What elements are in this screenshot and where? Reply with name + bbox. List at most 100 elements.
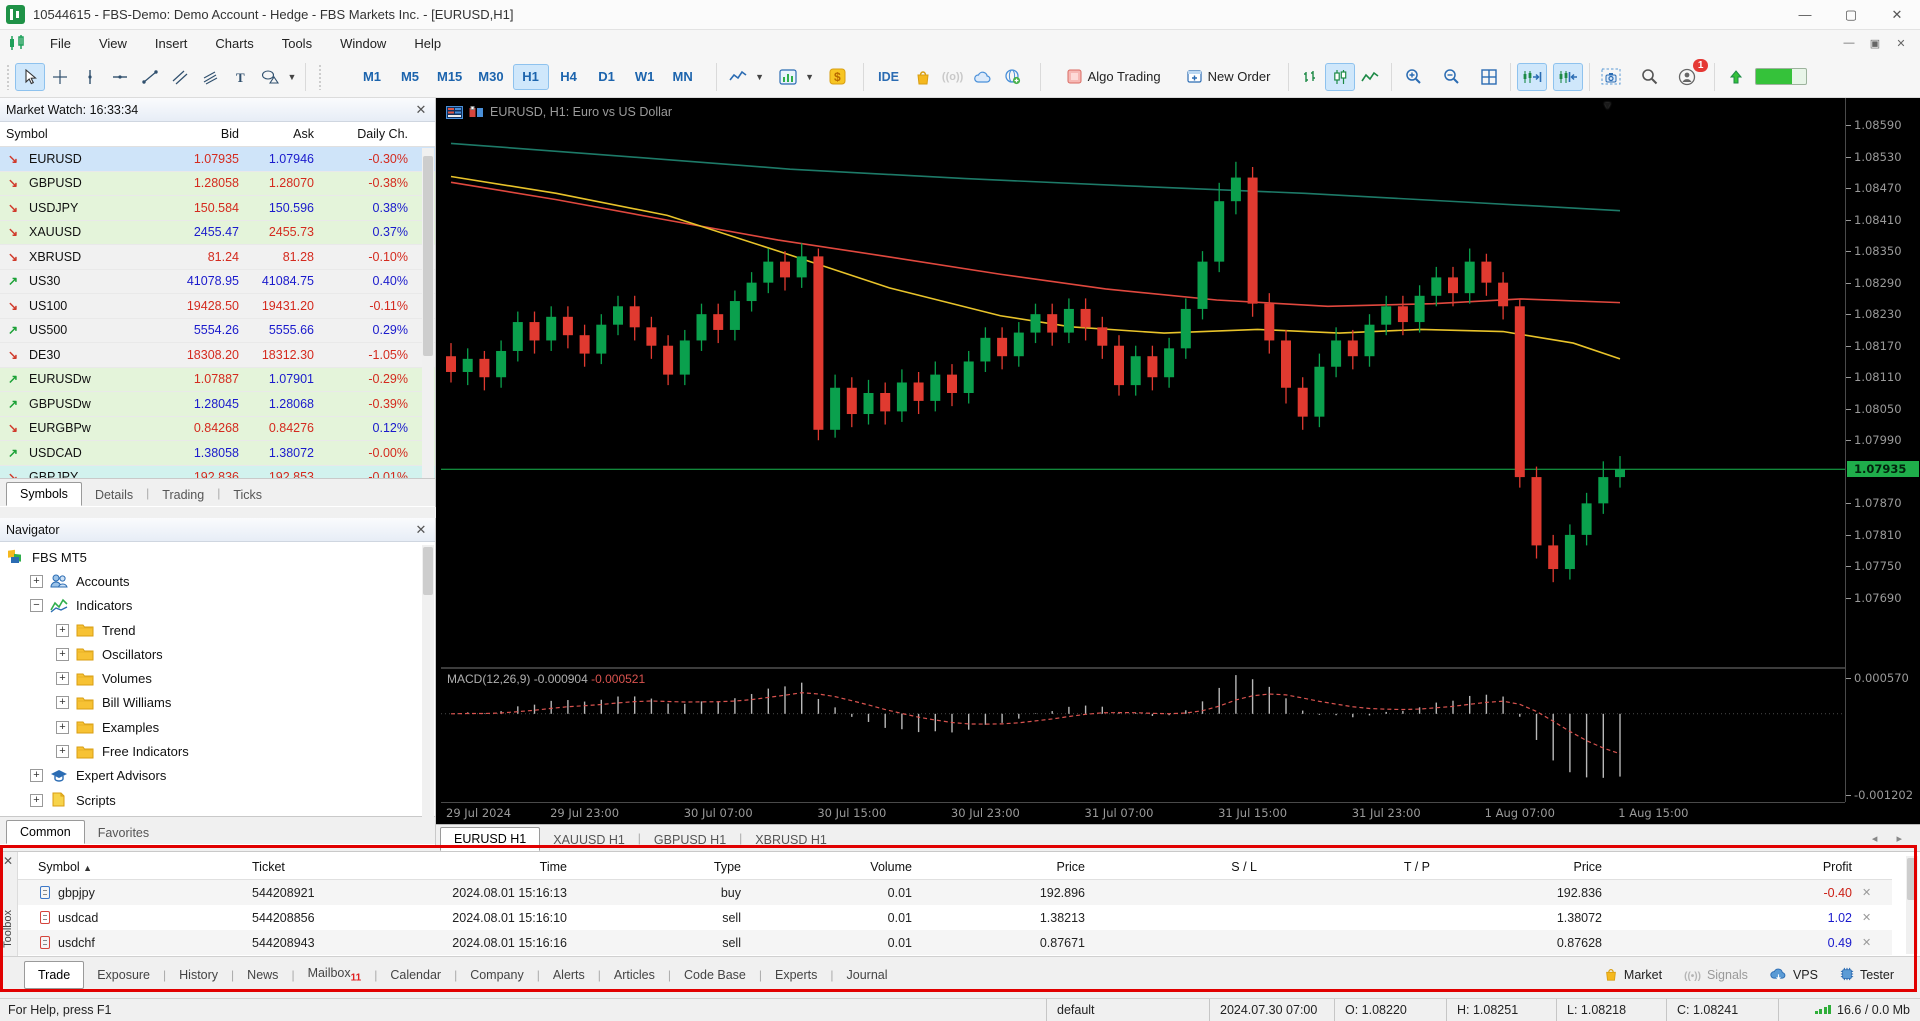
toolbox-tab-journal[interactable]: Journal: [834, 962, 901, 988]
mdi-restore-button[interactable]: ▣: [1862, 33, 1888, 53]
toolbox-tab-code-base[interactable]: Code Base: [671, 962, 759, 988]
tab-symbols[interactable]: Symbols: [6, 482, 82, 506]
close-position-icon[interactable]: ✕: [1862, 911, 1892, 924]
toolbox-tab-articles[interactable]: Articles: [601, 962, 668, 988]
toolbox-column-symbol[interactable]: Symbol ▲: [18, 860, 240, 874]
market-watch-row[interactable]: ↘ USDJPY 150.584 150.596 0.38%: [0, 196, 435, 221]
channel-tool-icon[interactable]: [165, 63, 195, 91]
tile-windows-icon[interactable]: [1474, 63, 1504, 91]
navigator-item-expert-advisors[interactable]: + Expert Advisors: [0, 764, 435, 788]
menu-insert[interactable]: Insert: [141, 33, 202, 54]
crosshair-tool-icon[interactable]: [45, 63, 75, 91]
search-icon[interactable]: [1634, 63, 1664, 91]
chart-tab-scroll-arrows[interactable]: ◂ ▸: [1872, 832, 1910, 845]
one-click-trading-icon[interactable]: [469, 105, 484, 119]
cursor-tool-icon[interactable]: [15, 62, 45, 91]
toolbox-scrollbar[interactable]: [1906, 856, 1918, 954]
expand-plus-icon[interactable]: +: [56, 647, 69, 661]
toolbox-tab-news[interactable]: News: [234, 962, 291, 988]
zoom-out-icon[interactable]: [1436, 63, 1466, 91]
horizontal-line-tool-icon[interactable]: [105, 63, 135, 91]
market-watch-row[interactable]: ↘ XBRUSD 81.24 81.28 -0.10%: [0, 245, 435, 270]
market-watch-row[interactable]: ↘ GBPJPY 192.836 192.853 -0.01%: [0, 465, 435, 478]
shift-end-icon[interactable]: [1517, 62, 1548, 91]
time-axis[interactable]: 29 Jul 2024 29 Jul 23:00 30 Jul 07:00 30 Ju…: [441, 802, 1845, 821]
column-header-dailych[interactable]: Daily Ch.: [320, 127, 414, 141]
expand-plus-icon[interactable]: +: [56, 696, 69, 710]
chart-tab-xauusd-h1[interactable]: XAUUSD H1: [540, 829, 638, 851]
menu-charts[interactable]: Charts: [201, 33, 267, 54]
toolbox-tab-history[interactable]: History: [166, 962, 231, 988]
timeframe-m30[interactable]: M30: [471, 64, 510, 90]
market-watch-column-headers[interactable]: Symbol Bid Ask Daily Ch.: [0, 122, 435, 147]
timeframe-m1[interactable]: M1: [354, 64, 390, 90]
chart-dropdown-arrow-icon[interactable]: ▼: [1602, 100, 1613, 112]
currency-icon[interactable]: $: [823, 63, 853, 91]
navigator-item-free-indicators[interactable]: + Free Indicators: [0, 739, 435, 763]
menu-file[interactable]: File: [36, 33, 85, 54]
position-row[interactable]: gbpjpy 544208921 2024.08.01 15:16:13 buy 0.0…: [18, 880, 1892, 905]
chart-tab-xbrusd-h1[interactable]: XBRUSD H1: [742, 829, 840, 851]
timeframe-w1[interactable]: W1: [627, 64, 663, 90]
market-watch-row[interactable]: ↘ US100 19428.50 19431.20 -0.11%: [0, 294, 435, 319]
market-watch-close-icon[interactable]: ✕: [413, 102, 429, 118]
market-watch-row[interactable]: ↘ EURGBPw 0.84268 0.84276 0.12%: [0, 416, 435, 441]
cloud-icon[interactable]: [968, 63, 998, 91]
market-bag-icon[interactable]: [908, 63, 938, 91]
close-position-icon[interactable]: ✕: [1862, 936, 1892, 949]
toolbox-column-sl[interactable]: S / L: [1095, 860, 1267, 874]
new-order-button[interactable]: New Order: [1177, 63, 1281, 91]
navigator-item-trend[interactable]: + Trend: [0, 618, 435, 642]
expand-plus-icon[interactable]: +: [56, 623, 69, 637]
mdi-minimize-button[interactable]: —: [1836, 33, 1862, 53]
navigator-item-accounts[interactable]: + Accounts: [0, 569, 435, 593]
line-chart-type-icon[interactable]: [1355, 63, 1385, 91]
toolbox-tab-exposure[interactable]: Exposure: [84, 962, 163, 988]
depth-of-market-icon[interactable]: [446, 105, 463, 119]
expand-plus-icon[interactable]: +: [56, 745, 69, 759]
navigator-item-bill-williams[interactable]: + Bill Williams: [0, 691, 435, 715]
timeframe-h4[interactable]: H4: [551, 64, 587, 90]
pitchfork-tool-icon[interactable]: [195, 63, 225, 91]
timeframe-m15[interactable]: M15: [430, 64, 469, 90]
market-watch-row[interactable]: ↘ XAUUSD 2455.47 2455.73 0.37%: [0, 220, 435, 245]
status-profile[interactable]: default: [1046, 998, 1209, 1021]
macd-indicator-pane[interactable]: MACD(12,26,9) -0.000904 -0.000521: [441, 667, 1845, 802]
toolbox-column-time[interactable]: Time: [420, 860, 577, 874]
menu-help[interactable]: Help: [400, 33, 455, 54]
price-axis[interactable]: 1.08590 1.08530 1.08470 1.08410 1.08350 1.082…: [1845, 98, 1920, 802]
tab-favorites[interactable]: Favorites: [85, 822, 162, 844]
close-position-icon[interactable]: ✕: [1862, 886, 1892, 899]
tab-ticks[interactable]: Ticks: [220, 484, 275, 506]
signals-broadcast-icon[interactable]: ((o)): [938, 63, 968, 91]
screenshot-camera-icon[interactable]: [1596, 63, 1626, 91]
market-watch-row[interactable]: ↗ US500 5554.26 5555.66 0.29%: [0, 318, 435, 343]
toolbox-tab-company[interactable]: Company: [457, 962, 537, 988]
navigator-item-scripts[interactable]: + Scripts: [0, 788, 435, 812]
expand-plus-icon[interactable]: +: [30, 769, 43, 783]
publish-arrow-icon[interactable]: [1721, 63, 1751, 91]
market-watch-row[interactable]: ↗ US30 41078.95 41084.75 0.40%: [0, 269, 435, 294]
tab-trading[interactable]: Trading: [149, 484, 217, 506]
toolbox-vps-button[interactable]: VPS: [1770, 967, 1818, 983]
toolbox-column-type[interactable]: Type: [577, 860, 751, 874]
menu-tools[interactable]: Tools: [268, 33, 326, 54]
expand-plus-icon[interactable]: +: [56, 672, 69, 686]
community-globe-icon[interactable]: [998, 63, 1028, 91]
text-tool-icon[interactable]: T: [225, 63, 255, 91]
toolbox-tab-trade[interactable]: Trade: [24, 961, 85, 989]
toolbox-column-price[interactable]: Price: [1440, 860, 1612, 874]
toolbox-tester-button[interactable]: Tester: [1840, 967, 1894, 984]
toolbox-tab-alerts[interactable]: Alerts: [540, 962, 598, 988]
navigator-scrollbar[interactable]: [422, 545, 434, 818]
column-header-symbol[interactable]: Symbol: [0, 127, 168, 141]
timeframe-mn[interactable]: MN: [665, 64, 701, 90]
toolbox-column-ticket[interactable]: Ticket: [240, 860, 420, 874]
trendline-tool-icon[interactable]: [135, 63, 165, 91]
algo-trading-button[interactable]: Algo Trading: [1057, 63, 1171, 91]
mdi-close-button[interactable]: ✕: [1888, 33, 1914, 53]
shapes-tool-icon[interactable]: [255, 63, 285, 91]
shift-chart-icon[interactable]: [1553, 62, 1584, 91]
toolbox-column-profit[interactable]: Profit: [1612, 860, 1862, 874]
navigator-item-examples[interactable]: + Examples: [0, 715, 435, 739]
